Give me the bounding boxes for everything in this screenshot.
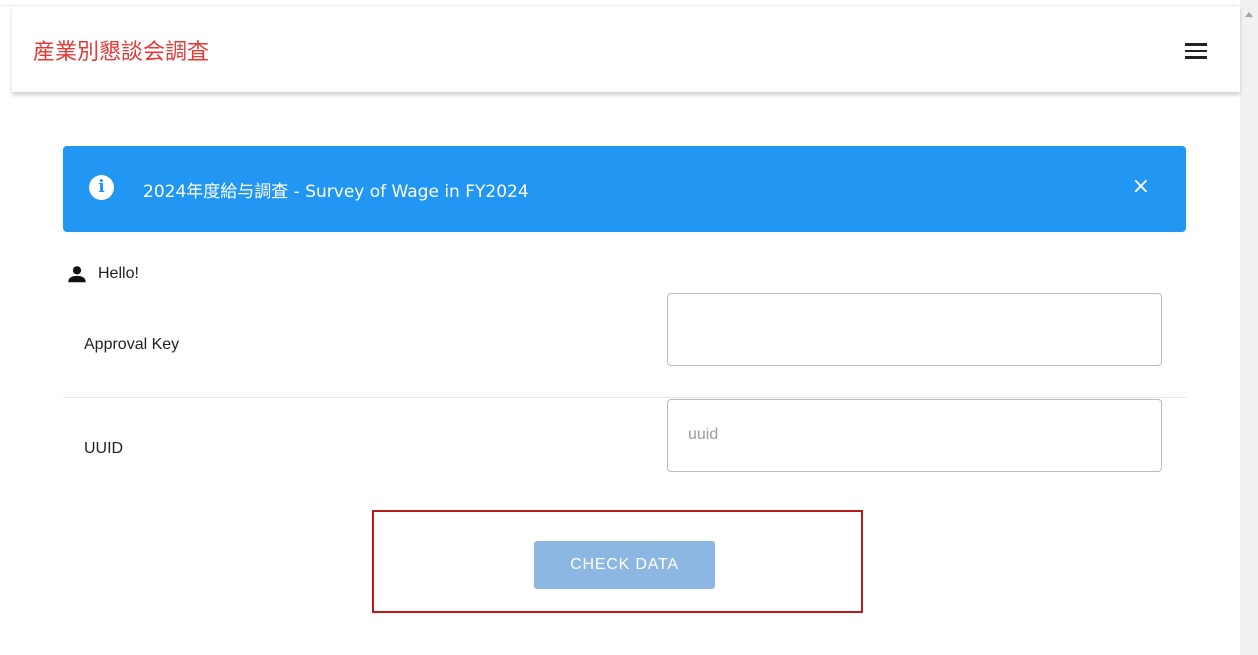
alert-message: 2024年度給与調査 - Survey of Wage in FY2024 xyxy=(143,182,529,202)
close-icon[interactable]: × xyxy=(1132,176,1150,198)
app-title[interactable]: 産業別懇談会調査 xyxy=(33,34,209,66)
approval-key-label: Approval Key xyxy=(84,336,180,353)
greeting: Hello! xyxy=(66,263,139,285)
uuid-label: UUID xyxy=(84,440,124,457)
info-alert: i 2024年度給与調査 - Survey of Wage in FY2024 … xyxy=(63,146,1186,232)
scrollbar-track[interactable] xyxy=(1243,27,1255,627)
uuid-input[interactable] xyxy=(667,399,1162,472)
menu-bar xyxy=(1185,49,1207,52)
scroll-up-arrow-icon[interactable] xyxy=(1245,12,1253,17)
approval-key-input[interactable] xyxy=(667,293,1162,366)
page: 産業別懇談会調査 i 2024年度給与調査 - Survey of Wage i… xyxy=(0,0,1258,655)
info-icon: i xyxy=(89,175,114,200)
top-navbar: 産業別懇談会調査 xyxy=(12,6,1240,92)
uuid-row: UUID xyxy=(63,398,1186,488)
person-icon xyxy=(68,266,86,283)
hamburger-menu-icon[interactable] xyxy=(1185,43,1207,59)
greeting-text: Hello! xyxy=(98,265,139,282)
approval-key-row: Approval Key xyxy=(63,290,1186,398)
vertical-scrollbar[interactable] xyxy=(1240,0,1258,655)
check-data-button[interactable]: CHECK DATA xyxy=(534,541,715,589)
menu-bar xyxy=(1185,43,1207,46)
menu-bar xyxy=(1185,56,1207,59)
